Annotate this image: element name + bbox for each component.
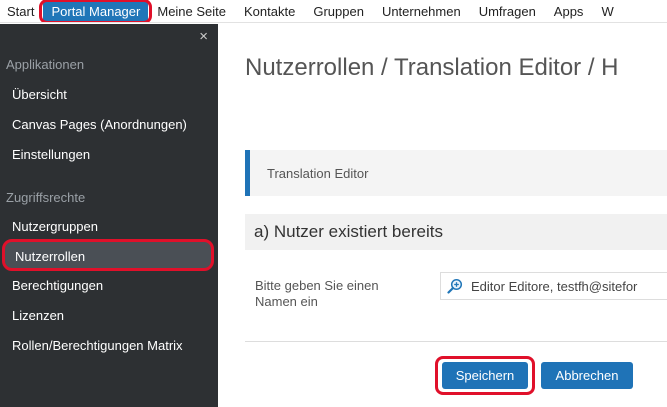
save-button[interactable]: Speichern <box>435 356 535 395</box>
nav-gruppen[interactable]: Gruppen <box>304 0 373 22</box>
sidebar-section-applikationen: Applikationen <box>6 57 85 72</box>
nav-umfragen[interactable]: Umfragen <box>470 0 545 22</box>
nav-meine-seite[interactable]: Meine Seite <box>148 0 235 22</box>
nav-kontakte[interactable]: Kontakte <box>235 0 304 22</box>
sidebar-item-uebersicht[interactable]: Übersicht <box>12 87 67 102</box>
divider <box>245 341 667 342</box>
nav-apps[interactable]: Apps <box>545 0 593 22</box>
sidebar-item-nutzerrollen[interactable]: Nutzerrollen <box>2 239 214 271</box>
sidebar-section-zugriffsrechte: Zugriffsrechte <box>6 190 86 205</box>
sidebar-item-nutzergruppen[interactable]: Nutzergruppen <box>12 219 98 234</box>
breadcrumb-label: Translation Editor <box>267 166 369 181</box>
page-title: Nutzerrollen / Translation Editor / H <box>245 54 619 81</box>
search-add-icon <box>447 278 463 294</box>
nav-start[interactable]: Start <box>0 0 43 22</box>
sidebar: × Applikationen Übersicht Canvas Pages (… <box>0 24 218 407</box>
section-heading-label: a) Nutzer existiert bereits <box>254 222 443 241</box>
name-input-value: Editor Editore, testfh@sitefor <box>471 279 638 294</box>
nav-w[interactable]: W <box>592 0 622 22</box>
top-navigation: Start Portal Manager Meine Seite Kontakt… <box>0 0 667 23</box>
sidebar-item-lizenzen[interactable]: Lizenzen <box>12 308 64 323</box>
cancel-button[interactable]: Abbrechen <box>541 362 633 389</box>
sidebar-item-rollen-matrix[interactable]: Rollen/Berechtigungen Matrix <box>12 338 183 353</box>
sidebar-item-berechtigungen[interactable]: Berechtigungen <box>12 278 103 293</box>
close-icon[interactable]: × <box>199 28 208 45</box>
main-content: Nutzerrollen / Translation Editor / H Tr… <box>218 24 667 407</box>
name-field-label: Bitte geben Sie einen Namen ein <box>255 278 379 309</box>
sidebar-item-einstellungen[interactable]: Einstellungen <box>12 147 90 162</box>
nav-unternehmen[interactable]: Unternehmen <box>373 0 470 22</box>
sidebar-item-canvas-pages[interactable]: Canvas Pages (Anordnungen) <box>12 117 187 132</box>
section-heading: a) Nutzer existiert bereits <box>245 214 667 250</box>
breadcrumb: Translation Editor <box>245 150 667 196</box>
name-input[interactable]: Editor Editore, testfh@sitefor <box>440 272 667 300</box>
nav-portal-manager[interactable]: Portal Manager <box>39 0 153 22</box>
